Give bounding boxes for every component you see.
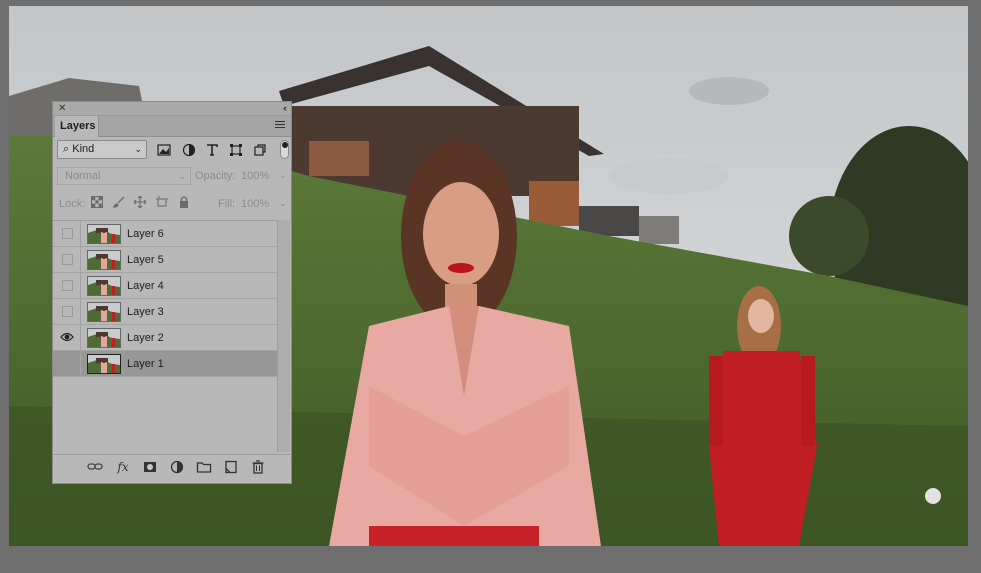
layer-thumbnail[interactable] [87,224,121,244]
tab-layers[interactable]: Layers [55,116,99,137]
layer-list: Layer 6 Layer 5 Layer 4 Layer 3 Layer 2 Layer… [53,220,277,453]
panel-tab-bar: Layers [53,116,291,137]
lock-row: Lock: Fill: 100% ⌄ [53,193,291,213]
lock-transparent-icon[interactable] [91,196,103,211]
trash-icon[interactable] [250,459,266,475]
layer-row[interactable]: Layer 5 [53,247,277,273]
visibility-toggle[interactable] [62,228,73,239]
row-divider [80,299,81,324]
search-icon: ⌕ [63,143,70,155]
link-layers-icon[interactable] [87,459,103,475]
adjustment-layer-icon[interactable] [169,459,185,475]
new-group-icon[interactable] [196,459,212,475]
fx-icon[interactable]: fx [115,459,131,475]
lock-all-icon[interactable] [178,196,190,211]
type-filter-icon[interactable] [205,143,219,157]
layer-name[interactable]: Layer 2 [127,332,164,344]
layer-thumbnail[interactable] [87,250,121,270]
adjustment-filter-icon[interactable] [182,143,196,157]
row-divider [80,221,81,246]
layer-name[interactable]: Layer 4 [127,280,164,292]
layer-row[interactable]: Layer 2 [53,325,277,351]
eye-icon[interactable] [60,331,74,343]
visibility-toggle[interactable] [62,280,73,291]
close-icon[interactable]: ✕ [58,102,66,115]
layer-thumbnail[interactable] [87,302,121,322]
opacity-input[interactable]: 100% [241,170,269,182]
fill-input[interactable]: 100% [241,198,269,210]
visibility-toggle[interactable] [62,254,73,265]
add-mask-icon[interactable] [142,459,158,475]
layer-row[interactable]: Layer 1 [53,351,277,377]
lock-move-icon[interactable] [133,195,147,211]
new-layer-icon[interactable] [223,459,239,475]
hamburger-menu-icon[interactable] [275,121,285,130]
layers-footer: fx [53,454,291,479]
lock-artboard-icon[interactable] [156,196,168,211]
collapse-panel-icon[interactable]: ‹‹ [283,102,287,115]
layer-row[interactable]: Layer 6 [53,221,277,247]
fill-label: Fill: [218,198,236,210]
opacity-label: Opacity: [195,170,236,182]
filter-kind-select[interactable]: ⌕ Kind ⌄ [57,140,147,159]
visibility-toggle[interactable] [62,358,73,369]
layer-name[interactable]: Layer 3 [127,306,164,318]
layer-name[interactable]: Layer 6 [127,228,164,240]
chevron-down-icon: ⌄ [178,171,186,181]
shape-filter-icon[interactable] [229,143,243,157]
layer-row[interactable]: Layer 3 [53,299,277,325]
row-divider [80,273,81,298]
filter-toggle-switch[interactable] [280,140,289,159]
filter-kind-label: Kind [72,143,95,155]
smart-object-filter-icon[interactable] [253,143,267,157]
layers-panel: ✕ ‹‹ Layers ⌕ Kind ⌄ Normal ⌄ Opacity: 1… [52,101,292,484]
image-filter-icon[interactable] [157,143,171,157]
visibility-toggle[interactable] [62,306,73,317]
row-divider [80,351,81,376]
chevron-down-icon[interactable]: ⌄ [279,170,287,181]
layer-name[interactable]: Layer 5 [127,254,164,266]
chevron-down-icon: ⌄ [134,144,142,154]
lock-label: Lock: [59,198,86,210]
lock-brush-icon[interactable] [113,196,125,211]
layer-name[interactable]: Layer 1 [127,358,164,370]
chevron-down-icon[interactable]: ⌄ [279,198,287,209]
row-divider [80,325,81,350]
layer-thumbnail[interactable] [87,276,121,296]
layer-list-scrollbar[interactable] [277,220,290,452]
layer-thumbnail[interactable] [87,328,121,348]
blend-mode-select[interactable]: Normal ⌄ [57,167,191,185]
layer-filter-row: ⌕ Kind ⌄ [53,139,291,161]
row-divider [80,247,81,272]
layer-thumbnail[interactable] [87,354,121,374]
panel-title-bar[interactable]: ✕ ‹‹ [53,102,291,116]
blend-row: Normal ⌄ Opacity: 100% ⌄ [53,165,291,185]
layer-row[interactable]: Layer 4 [53,273,277,299]
blend-mode-value: Normal [65,170,101,182]
